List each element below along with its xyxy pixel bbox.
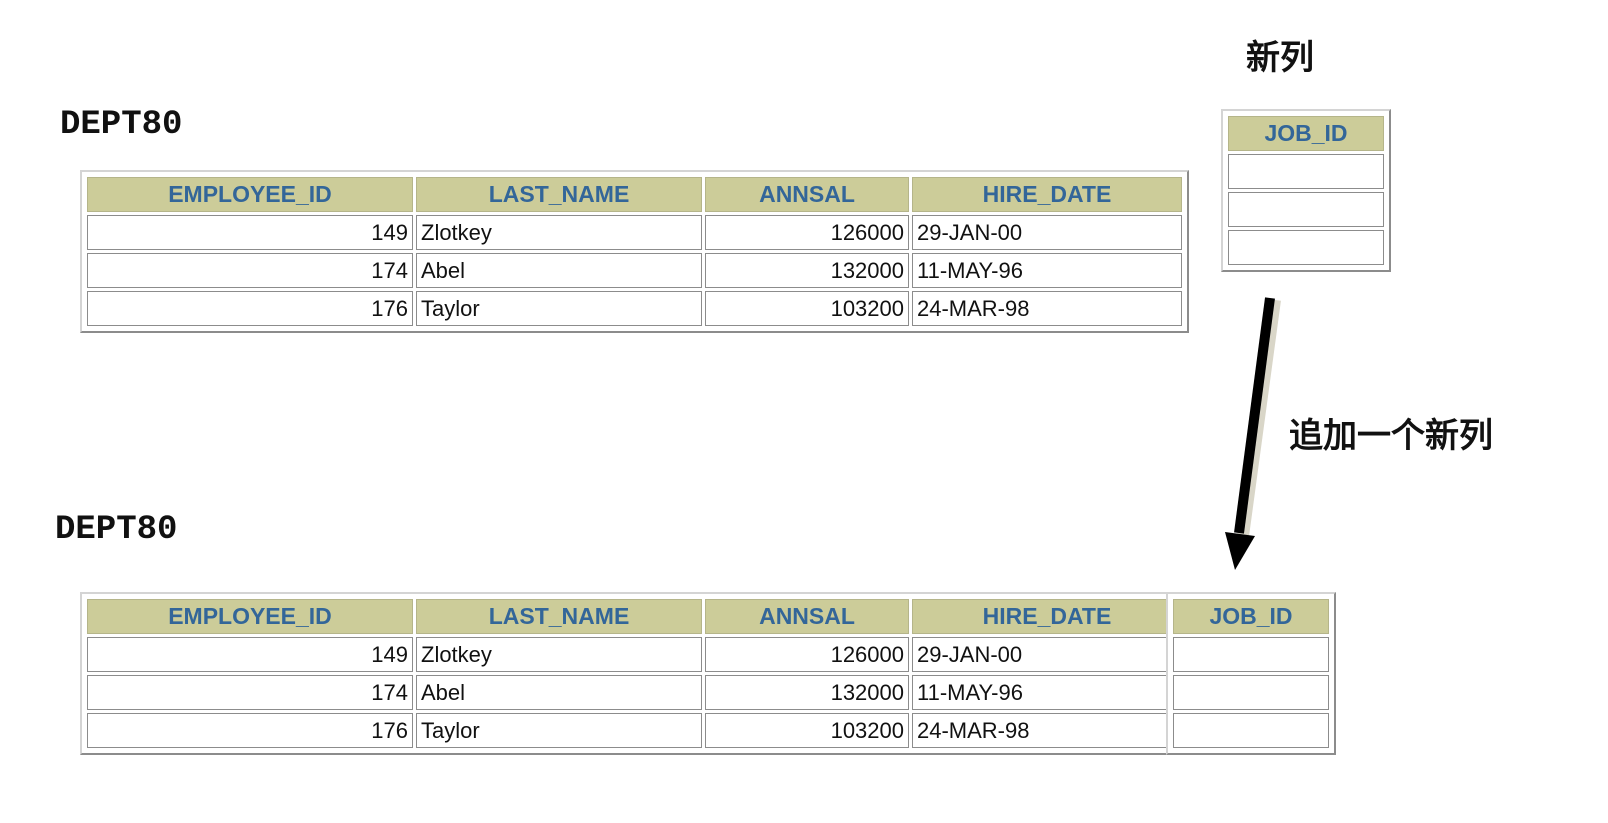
job-id-cell: [1228, 154, 1384, 189]
table-row: 176 Taylor 103200 24-MAR-98: [87, 713, 1182, 748]
employee-id-cell: 174: [87, 675, 413, 710]
table-row: 174 Abel 132000 11-MAY-96: [87, 675, 1182, 710]
bottom-job-id-table: JOB_ID: [1166, 592, 1336, 755]
table-row: [1228, 192, 1384, 227]
job-id-cell: [1228, 192, 1384, 227]
hire-date-cell: 29-JAN-00: [912, 637, 1182, 672]
employee-id-cell: 176: [87, 291, 413, 326]
last-name-header: LAST_NAME: [416, 177, 702, 212]
top-table-title: DEPT80: [60, 106, 183, 144]
add-column-arrow: [1225, 297, 1281, 570]
employee-id-header: EMPLOYEE_ID: [87, 599, 413, 634]
table-row: 176 Taylor 103200 24-MAR-98: [87, 291, 1182, 326]
arrow-head: [1225, 532, 1255, 570]
last-name-cell: Taylor: [416, 713, 702, 748]
job-id-header: JOB_ID: [1228, 116, 1384, 151]
hire-date-cell: 11-MAY-96: [912, 675, 1182, 710]
new-column-label: 新列: [1246, 38, 1314, 78]
last-name-cell: Abel: [416, 253, 702, 288]
table-row: [1173, 713, 1329, 748]
employee-id-cell: 174: [87, 253, 413, 288]
job-id-cell: [1173, 637, 1329, 672]
job-id-header: JOB_ID: [1173, 599, 1329, 634]
annsal-header: ANNSAL: [705, 599, 909, 634]
table-row: 149 Zlotkey 126000 29-JAN-00: [87, 637, 1182, 672]
hire-date-cell: 29-JAN-00: [912, 215, 1182, 250]
annsal-cell: 132000: [705, 253, 909, 288]
table-row: 174 Abel 132000 11-MAY-96: [87, 253, 1182, 288]
annsal-cell: 103200: [705, 291, 909, 326]
annsal-cell: 126000: [705, 215, 909, 250]
employee-id-cell: 149: [87, 215, 413, 250]
hire-date-cell: 24-MAR-98: [912, 291, 1182, 326]
job-id-appended-column: JOB_ID: [1170, 596, 1332, 751]
dept80-table-with-job: EMPLOYEE_ID LAST_NAME ANNSAL HIRE_DATE 1…: [84, 596, 1185, 751]
last-name-header: LAST_NAME: [416, 599, 702, 634]
annsal-cell: 126000: [705, 637, 909, 672]
hire-date-header: HIRE_DATE: [912, 177, 1182, 212]
bottom-dept-table: EMPLOYEE_ID LAST_NAME ANNSAL HIRE_DATE 1…: [80, 592, 1189, 755]
table-row: [1173, 675, 1329, 710]
annsal-header: ANNSAL: [705, 177, 909, 212]
hire-date-header: HIRE_DATE: [912, 599, 1182, 634]
add-new-column-label: 追加一个新列: [1289, 416, 1493, 456]
hire-date-cell: 24-MAR-98: [912, 713, 1182, 748]
table-row: 149 Zlotkey 126000 29-JAN-00: [87, 215, 1182, 250]
hire-date-cell: 11-MAY-96: [912, 253, 1182, 288]
annsal-cell: 132000: [705, 675, 909, 710]
job-id-cell: [1173, 713, 1329, 748]
last-name-cell: Taylor: [416, 291, 702, 326]
new-column-table: JOB_ID: [1221, 109, 1391, 272]
employee-id-cell: 149: [87, 637, 413, 672]
last-name-cell: Zlotkey: [416, 637, 702, 672]
job-id-table: JOB_ID: [1225, 113, 1387, 268]
table-row: [1173, 637, 1329, 672]
table-row: [1228, 230, 1384, 265]
employee-id-cell: 176: [87, 713, 413, 748]
annsal-cell: 103200: [705, 713, 909, 748]
job-id-cell: [1173, 675, 1329, 710]
bottom-table-title: DEPT80: [55, 511, 178, 549]
top-dept-table: EMPLOYEE_ID LAST_NAME ANNSAL HIRE_DATE 1…: [80, 170, 1189, 333]
job-id-cell: [1228, 230, 1384, 265]
table-row: [1228, 154, 1384, 189]
employee-id-header: EMPLOYEE_ID: [87, 177, 413, 212]
dept80-table: EMPLOYEE_ID LAST_NAME ANNSAL HIRE_DATE 1…: [84, 174, 1185, 329]
last-name-cell: Zlotkey: [416, 215, 702, 250]
last-name-cell: Abel: [416, 675, 702, 710]
